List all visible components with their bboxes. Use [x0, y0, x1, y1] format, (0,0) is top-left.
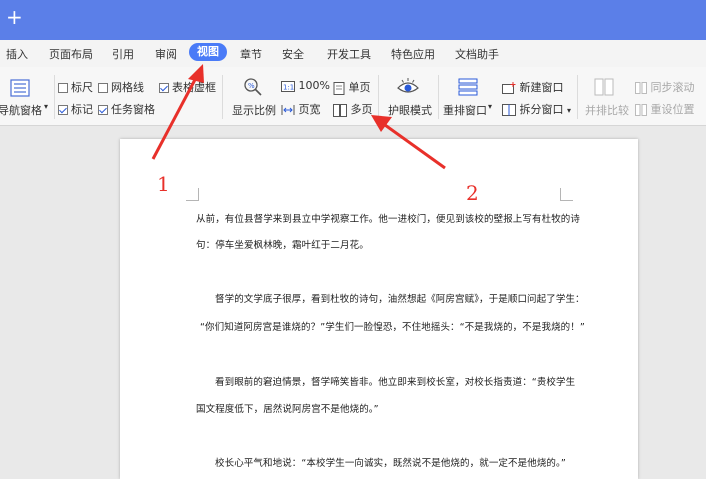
arrow-2-icon [371, 115, 446, 170]
arrow-1-icon [151, 64, 204, 160]
annotation-label-1: 1 [157, 172, 170, 196]
annotation-label-2: 2 [466, 181, 479, 205]
annotation-arrows [151, 64, 446, 170]
